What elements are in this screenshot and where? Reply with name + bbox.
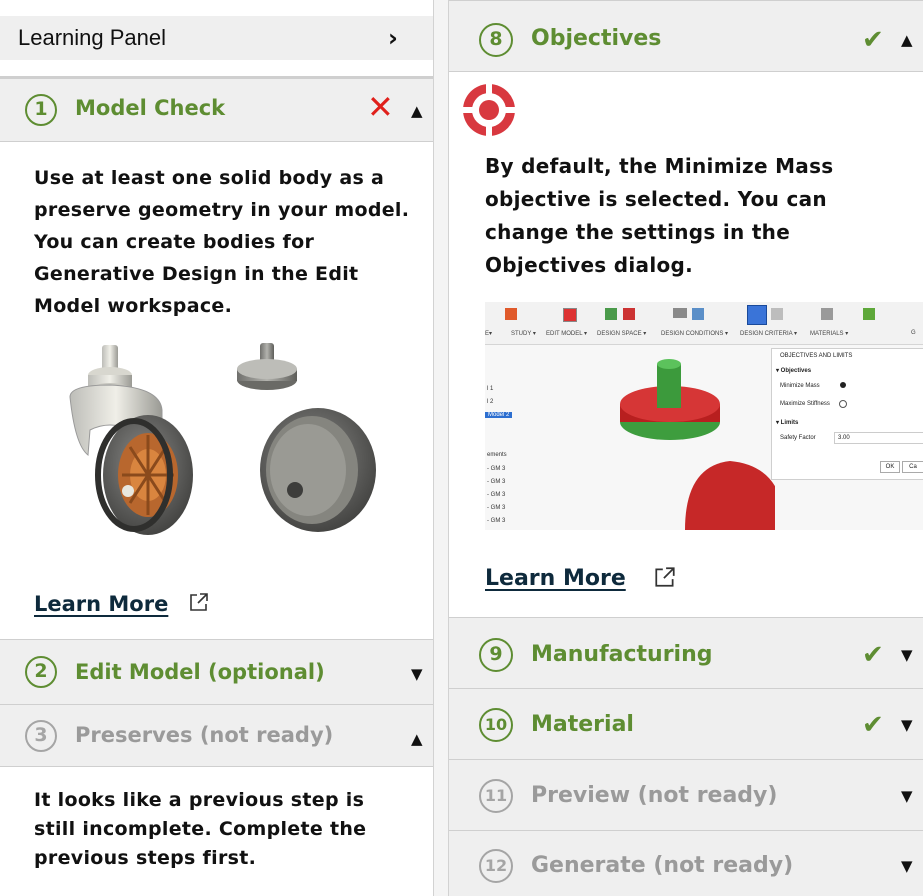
learning-panel-label: Learning Panel xyxy=(18,25,167,50)
objectives-dialog: OBJECTIVES AND LIMITS ▾ Objectives Minim… xyxy=(771,348,923,480)
toolbar: E▾ STUDY ▾ EDIT MODEL ▾ DESIGN SPACE ▾ D… xyxy=(485,302,923,345)
x-icon: ✕ xyxy=(367,88,394,126)
generate-header[interactable]: 12 Generate (not ready) ▼ xyxy=(449,830,923,896)
toolbar-label[interactable]: DESIGN SPACE ▾ xyxy=(597,330,646,337)
objectives-tool-icon[interactable] xyxy=(747,305,767,325)
step-number-badge: 11 xyxy=(479,779,513,813)
criteria-icon xyxy=(771,308,783,320)
browser-item[interactable]: - GM 3 xyxy=(487,518,505,524)
learning-panel-header[interactable]: Learning Panel › xyxy=(0,16,433,60)
toolbar-label[interactable]: MATERIALS ▾ xyxy=(810,330,848,337)
section-title: Preserves (not ready) xyxy=(75,723,334,747)
section-title: Manufacturing xyxy=(531,642,713,667)
maximize-stiffness-label: Maximize Stiffness xyxy=(780,401,830,407)
step-number-badge: 9 xyxy=(479,638,513,672)
step-number-badge: 3 xyxy=(25,720,57,752)
left-panel: Learning Panel › 1 Model Check ✕ ▲ Use a… xyxy=(0,0,433,896)
preview-header[interactable]: 11 Preview (not ready) ▼ xyxy=(449,759,923,830)
toolbar-labels: E▾ STUDY ▾ EDIT MODEL ▾ DESIGN SPACE ▾ D… xyxy=(485,330,923,342)
triangle-down-icon[interactable]: ▼ xyxy=(901,648,913,663)
preserves-text: It looks like a previous step is still i… xyxy=(34,789,367,869)
triangle-down-icon[interactable]: ▼ xyxy=(901,859,913,874)
triangle-up-icon[interactable]: ▲ xyxy=(411,104,423,119)
step-number-badge: 2 xyxy=(25,656,57,688)
step-number-badge: 10 xyxy=(479,708,513,742)
toolbar-label[interactable]: E▾ xyxy=(485,330,492,337)
dialog-title: OBJECTIVES AND LIMITS xyxy=(780,353,853,359)
step-number-badge: 12 xyxy=(479,849,513,883)
toolbar-label[interactable]: DESIGN CRITERIA ▾ xyxy=(740,330,797,337)
toolbar-label[interactable]: DESIGN CONDITIONS ▾ xyxy=(661,330,728,337)
external-link-icon[interactable] xyxy=(188,591,210,613)
triangle-up-icon[interactable]: ▲ xyxy=(411,732,423,747)
browser-item[interactable]: - GM 3 xyxy=(487,505,505,511)
triangle-down-icon[interactable]: ▼ xyxy=(901,789,913,804)
objectives-header[interactable]: 8 Objectives ✔ ▲ xyxy=(449,0,923,72)
constraint-icon xyxy=(692,308,704,320)
model-check-text: Use at least one solid body as a preserv… xyxy=(34,167,410,317)
caster-wheel-image xyxy=(69,343,376,535)
chevron-right-icon[interactable]: › xyxy=(388,24,398,52)
triangle-down-icon[interactable]: ▼ xyxy=(901,718,913,733)
section-title: Objectives xyxy=(531,26,662,51)
section-title: Model Check xyxy=(75,96,226,120)
browser-item[interactable]: Model 2 xyxy=(485,412,513,418)
load-icon xyxy=(673,308,687,318)
learn-more-link[interactable]: Learn More xyxy=(34,592,168,616)
check-icon: ✔ xyxy=(862,710,884,740)
minimize-mass-label: Minimize Mass xyxy=(780,383,820,389)
check-icon: ✔ xyxy=(862,640,884,670)
toolbar-label[interactable]: EDIT MODEL ▾ xyxy=(546,330,587,337)
right-panel: 8 Objectives ✔ ▲ By default, the Minimiz… xyxy=(449,0,923,896)
browser-item[interactable]: - GM 3 xyxy=(487,479,505,485)
browser-tree: l 1 l 2 Model 2 ements - GM 3 - GM 3 - G… xyxy=(485,346,545,530)
preserves-header[interactable]: 3 Preserves (not ready) ▲ xyxy=(0,705,433,767)
model-viewport xyxy=(620,359,775,530)
materials-icon xyxy=(821,308,833,320)
objectives-text: By default, the Minimize Mass objective … xyxy=(485,154,834,277)
section-title: Edit Model (optional) xyxy=(75,660,325,684)
step-number-badge: 8 xyxy=(479,23,513,57)
browser-item[interactable]: - GM 3 xyxy=(487,492,505,498)
model-check-header[interactable]: 1 Model Check ✕ ▲ xyxy=(0,76,433,142)
dialog-cancel-button[interactable]: Ca xyxy=(902,461,923,473)
triangle-down-icon[interactable]: ▼ xyxy=(411,667,423,682)
objectives-screenshot: E▾ STUDY ▾ EDIT MODEL ▾ DESIGN SPACE ▾ D… xyxy=(485,302,923,530)
study-icon xyxy=(505,308,517,320)
external-link-icon[interactable] xyxy=(653,565,677,589)
scroll-gutter xyxy=(433,0,449,896)
section-title: Generate (not ready) xyxy=(531,853,794,878)
obstacle-icon xyxy=(623,308,635,320)
objectives-group-header[interactable]: ▾ Objectives xyxy=(776,367,811,374)
learn-more-link[interactable]: Learn More xyxy=(485,566,626,591)
edit-model-icon xyxy=(563,308,577,322)
safety-factor-input[interactable]: 3.00 xyxy=(834,432,923,444)
generate-icon xyxy=(863,308,875,320)
section-title: Preview (not ready) xyxy=(531,783,778,808)
browser-item[interactable]: l 1 xyxy=(487,386,493,392)
edit-model-header[interactable]: 2 Edit Model (optional) ▼ xyxy=(0,639,433,705)
browser-item[interactable]: l 2 xyxy=(487,399,493,405)
toolbar-label[interactable]: STUDY ▾ xyxy=(511,330,536,337)
check-icon: ✔ xyxy=(862,25,884,55)
target-icon xyxy=(461,82,517,138)
triangle-up-icon[interactable]: ▲ xyxy=(901,33,913,48)
limits-group-header[interactable]: ▾ Limits xyxy=(776,419,798,426)
browser-item[interactable]: - GM 3 xyxy=(487,466,505,472)
step-number-badge: 1 xyxy=(25,94,57,126)
maximize-stiffness-radio[interactable] xyxy=(839,400,847,408)
dialog-ok-button[interactable]: OK xyxy=(880,461,900,473)
browser-item[interactable]: ements xyxy=(487,452,507,458)
safety-factor-label: Safety Factor xyxy=(780,435,816,441)
preserve-icon xyxy=(605,308,617,320)
manufacturing-header[interactable]: 9 Manufacturing ✔ ▼ xyxy=(449,617,923,688)
section-title: Material xyxy=(531,712,634,737)
minimize-mass-radio[interactable] xyxy=(840,382,846,388)
toolbar-label[interactable]: G xyxy=(911,330,916,336)
material-header[interactable]: 10 Material ✔ ▼ xyxy=(449,688,923,759)
